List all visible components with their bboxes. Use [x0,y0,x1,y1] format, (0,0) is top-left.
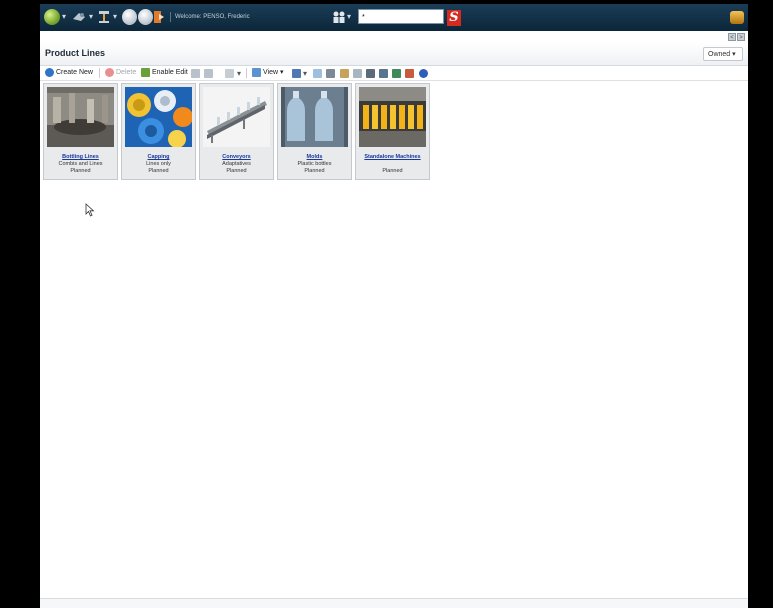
standalone-machines-image [359,87,426,147]
help-icon[interactable] [419,69,428,78]
bookmark-icon[interactable] [71,9,87,25]
page-title: Product Lines [45,48,106,58]
move-down-icon[interactable] [204,69,213,78]
report-icon[interactable] [366,69,375,78]
enable-edit-button[interactable]: Enable Edit [141,67,188,79]
tile-status: Planned [304,168,325,174]
toolbar: Create New Delete Enable Edit ▾ View ▾ ▾ [40,66,748,81]
previous-page-button[interactable]: < [728,33,736,41]
tile-status: Planned [382,168,403,174]
forward-icon[interactable] [138,9,153,25]
chevron-down-icon[interactable]: ▾ [89,12,93,21]
conveyors-image [203,87,270,147]
next-page-button[interactable]: > [737,33,745,41]
view-icon [252,67,261,77]
settings-icon[interactable] [405,69,414,78]
tile-bottling-lines[interactable]: Bottling Lines Combis and Lines Planned [43,83,118,180]
search-input[interactable]: * [358,9,444,24]
tile-conveyors[interactable]: Conveyors Adaptatives Planned [199,83,274,180]
copy-icon[interactable] [225,69,234,78]
chart-icon[interactable] [379,69,388,78]
user-icon[interactable] [332,9,346,25]
top-bar: ▾ ▾ ▾ Welcome: PENSO, Frederic ▾ * S [40,4,748,31]
view-button[interactable]: View ▾ [252,67,284,79]
pencil-icon [141,67,150,77]
app-window: ▾ ▾ ▾ Welcome: PENSO, Frederic ▾ * S < >… [40,4,748,608]
chevron-down-icon: ▾ [278,69,284,76]
tile-subtitle: Plastic bottles [297,161,332,167]
mouse-cursor-icon [85,203,95,217]
tools-icon[interactable] [97,9,111,25]
tile-molds[interactable]: Molds Plastic bottles Planned [277,83,352,180]
toolbar-divider [246,68,247,78]
capping-image [125,87,192,147]
pin-icon[interactable] [340,69,349,78]
create-new-button[interactable]: Create New [45,67,93,79]
view-label: View [263,69,279,76]
plus-icon [45,67,54,77]
title-bar: Product Lines Owned ▾ [40,43,748,66]
sub-bar: < > [40,31,748,43]
table-icon[interactable] [292,69,301,78]
exit-icon[interactable] [153,9,165,25]
tile-title[interactable]: Conveyors [200,154,273,160]
chevron-down-icon[interactable]: ▾ [347,12,351,21]
toolbar-divider [99,68,100,78]
molds-image [281,87,348,147]
owned-filter-dropdown[interactable]: Owned ▾ [703,47,743,61]
tile-subtitle: Adaptatives [222,161,251,167]
list-icon[interactable] [392,69,401,78]
bottling-lines-image [47,87,114,147]
export-icon[interactable] [326,69,335,78]
globe-icon[interactable] [44,9,60,25]
delete-label: Delete [116,69,137,76]
tile-subtitle: Lines only [146,161,171,167]
welcome-text: Welcome: PENSO, Frederic [170,12,250,22]
back-icon[interactable] [122,9,137,25]
tile-status: Planned [70,168,91,174]
search-logo-button[interactable]: S [447,10,461,26]
chevron-down-icon[interactable]: ▾ [62,12,66,21]
chevron-down-icon[interactable]: ▾ [113,12,117,21]
delete-icon [105,67,114,77]
create-new-label: Create New [56,69,93,76]
tile-title[interactable]: Bottling Lines [44,154,117,160]
print-icon[interactable] [353,69,362,78]
delete-button[interactable]: Delete [105,67,136,79]
tile-subtitle: Combis and Lines [58,161,103,167]
chevron-down-icon[interactable]: ▾ [303,69,307,78]
tile-status: Planned [148,168,169,174]
filter-icon[interactable] [313,69,322,78]
tile-status: Planned [226,168,247,174]
home-icon[interactable] [730,11,744,24]
tile-title[interactable]: Capping [122,154,195,160]
tile-title[interactable]: Molds [278,154,351,160]
tile-standalone-machines[interactable]: Standalone Machines Planned [355,83,430,180]
tile-capping[interactable]: Capping Lines only Planned [121,83,196,180]
chevron-down-icon[interactable]: ▾ [237,69,241,78]
tile-title[interactable]: Standalone Machines [356,154,429,160]
enable-edit-label: Enable Edit [152,69,188,76]
move-up-icon[interactable] [191,69,200,78]
